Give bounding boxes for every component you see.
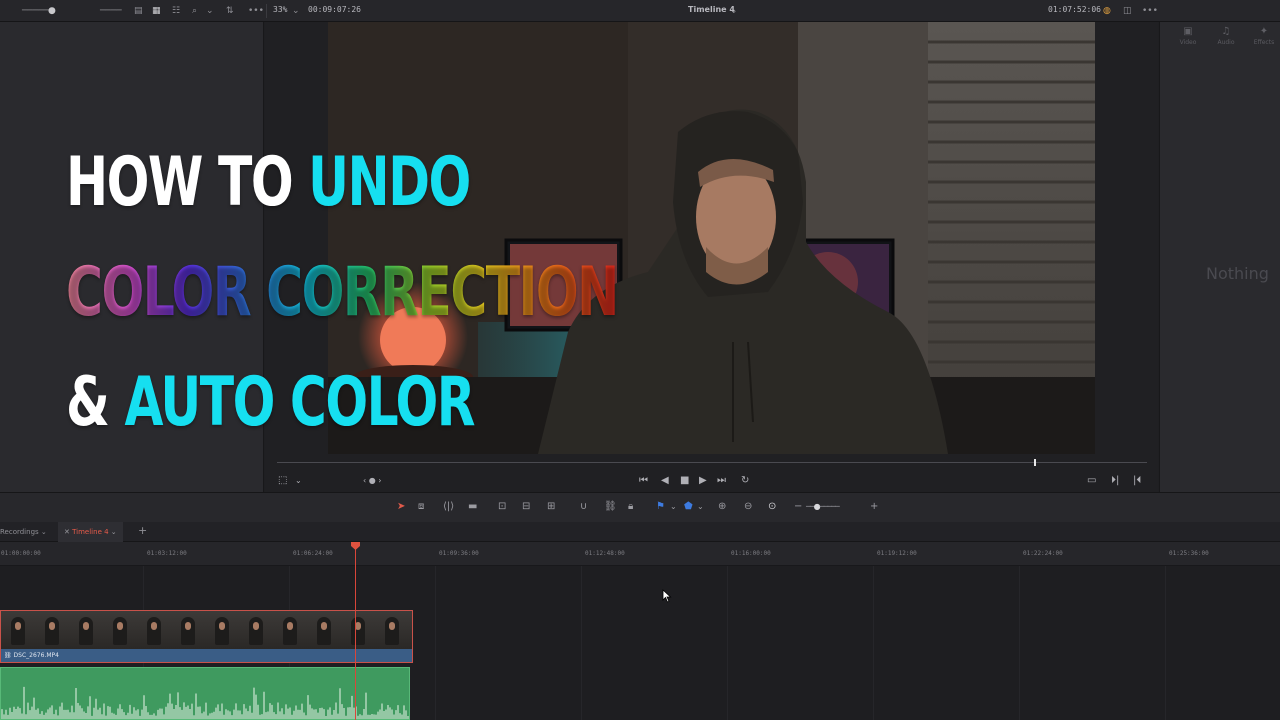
music-note-icon: ♫: [1221, 26, 1231, 37]
ruler-timecode: 01:25:36:00: [1169, 550, 1209, 557]
clip-name: ⛓ DSC_2676.MP4: [4, 652, 59, 659]
divider: [266, 4, 267, 18]
inspector-tab-audio[interactable]: ♫ Audio: [1208, 26, 1244, 46]
gridline: [581, 566, 582, 720]
overwrite-clip-icon[interactable]: ⊟: [522, 501, 530, 513]
next-edit-icon[interactable]: ⏵|: [1111, 475, 1119, 487]
title-line-1: HOW TO UNDO: [66, 143, 471, 222]
grid-view-icon[interactable]: ▦: [152, 5, 161, 17]
timeline-toolbar: ➤ ⧈ ⟨|⟩ ▬ ⊡ ⊟ ⊞ ∪ ⛓ 🔒︎ ⚑ ⌄ ⬟ ⌄ ⊕ ⊖ ⊙ − ─…: [0, 492, 1280, 522]
zoom-in-icon[interactable]: +: [870, 501, 878, 513]
timeline-playhead[interactable]: [355, 542, 356, 720]
chevron-down-icon[interactable]: ⌄: [206, 5, 214, 17]
top-toolbar: ────── ● ──── ▤ ▦ ☷ ⌕ ⌄ ⇅ ••• 33% ⌄ 00:0…: [0, 0, 1280, 22]
stop-icon[interactable]: ■: [680, 475, 689, 487]
blade-tool-icon[interactable]: ▬: [468, 501, 477, 513]
inspector-tab-video[interactable]: ▣ Video: [1170, 26, 1206, 46]
insert-clip-icon[interactable]: ⊡: [498, 501, 506, 513]
go-to-first-frame-icon[interactable]: ⏮: [639, 475, 648, 487]
dynamic-trim-icon[interactable]: ⟨|⟩: [443, 501, 454, 513]
chevron-down-icon[interactable]: ⌄: [295, 475, 302, 487]
timeline-tabs: Recordings ⌄ ✕ Timeline 4 ⌄ +: [0, 522, 1280, 542]
dual-viewer-icon[interactable]: ◫: [1123, 5, 1132, 17]
mouse-cursor-icon: [662, 589, 672, 603]
replace-clip-icon[interactable]: ⊞: [547, 501, 555, 513]
clip-thumbnails: [1, 611, 412, 649]
viewer-scrubber[interactable]: [277, 462, 1147, 463]
video-clip[interactable]: ⛓ DSC_2676.MP4: [0, 610, 413, 663]
zoom-out-icon[interactable]: −: [794, 501, 802, 513]
ruler-timecode: 01:12:48:00: [585, 550, 625, 557]
title-line-3: & AUTO COLOR: [66, 363, 476, 442]
sort-icon[interactable]: ⇅: [226, 5, 234, 17]
color-wheel-icon[interactable]: ◍: [1103, 5, 1111, 17]
link-icon: ⛓: [4, 652, 12, 659]
tab-recordings[interactable]: Recordings ⌄: [0, 522, 53, 542]
film-icon: ▣: [1183, 26, 1193, 37]
slider-track[interactable]: ────: [100, 5, 122, 17]
more-options-icon[interactable]: •••: [248, 5, 264, 17]
source-timecode: 00:09:07:26: [308, 5, 361, 14]
chevron-down-icon: ⌄: [110, 528, 117, 536]
gridline: [1165, 566, 1166, 720]
title-overlay: HOW TO UNDO COLOR CORRECTION & AUTO COLO…: [66, 128, 626, 458]
close-icon[interactable]: ✕: [64, 528, 70, 536]
link-icon[interactable]: ⛓: [604, 501, 617, 513]
more-options-icon[interactable]: •••: [1142, 5, 1158, 17]
ruler-timecode: 01:22:24:00: [1023, 550, 1063, 557]
list-view-icon[interactable]: ▤: [134, 5, 143, 17]
zoom-slider[interactable]: ──●─────: [806, 501, 840, 513]
lock-icon[interactable]: 🔒︎: [628, 501, 633, 513]
chevron-down-icon[interactable]: ⌄: [730, 5, 738, 17]
audio-clip[interactable]: [0, 667, 410, 720]
zoom-custom-icon[interactable]: ⊙: [768, 501, 776, 513]
metadata-view-icon[interactable]: ☷: [172, 5, 180, 17]
viewer-zoom-level[interactable]: 33%: [273, 5, 287, 14]
viewer-playhead[interactable]: [1033, 459, 1036, 466]
safe-area-icon[interactable]: ⬚: [278, 475, 287, 487]
timeline-tracks[interactable]: ⛓ DSC_2676.MP4: [0, 566, 1280, 720]
jog-control-icon[interactable]: ‹ ● ›: [363, 475, 381, 487]
match-frame-icon[interactable]: ▭: [1087, 475, 1096, 487]
chevron-down-icon[interactable]: ⌄: [670, 501, 677, 513]
chevron-down-icon: ⌄: [40, 528, 47, 536]
previous-edit-icon[interactable]: |⏴: [1133, 475, 1141, 487]
flag-icon[interactable]: ⚑: [656, 501, 665, 513]
play-icon[interactable]: ▶: [699, 475, 707, 487]
tab-timeline-4[interactable]: ✕ Timeline 4 ⌄: [58, 522, 123, 542]
snapping-icon[interactable]: ∪: [580, 501, 587, 513]
gridline: [727, 566, 728, 720]
ruler-timecode: 01:19:12:00: [877, 550, 917, 557]
ruler-timecode: 01:16:00:00: [731, 550, 771, 557]
marker-icon[interactable]: ⬟: [684, 501, 693, 513]
gridline: [1019, 566, 1020, 720]
selection-tool-icon[interactable]: ➤: [397, 501, 405, 513]
zoom-detail-icon[interactable]: ⊖: [744, 501, 752, 513]
chevron-down-icon[interactable]: ⌄: [292, 5, 300, 17]
zoom-slider-handle[interactable]: ●: [48, 5, 56, 17]
gridline: [435, 566, 436, 720]
loop-icon[interactable]: ↻: [741, 475, 749, 487]
trim-tool-icon[interactable]: ⧈: [418, 501, 424, 513]
ruler-timecode: 01:03:12:00: [147, 550, 187, 557]
ruler-timecode: 01:06:24:00: [293, 550, 333, 557]
inspector-panel: ▣ Video ♫ Audio ✦ Effects Nothing: [1159, 22, 1280, 492]
inspector-empty-message: Nothing: [1206, 264, 1269, 283]
search-icon[interactable]: ⌕: [192, 5, 197, 17]
zoom-full-icon[interactable]: ⊕: [718, 501, 726, 513]
inspector-tab-effects[interactable]: ✦ Effects: [1246, 26, 1280, 46]
play-reverse-icon[interactable]: ◀: [661, 475, 669, 487]
ruler-timecode: 01:00:00:00: [1, 550, 41, 557]
title-line-2: COLOR CORRECTION: [66, 253, 619, 332]
add-timeline-tab-icon[interactable]: +: [132, 522, 153, 542]
chevron-down-icon[interactable]: ⌄: [697, 501, 704, 513]
timeline-name[interactable]: Timeline 4: [688, 5, 735, 14]
record-timecode: 01:07:52:06: [1048, 5, 1101, 14]
timeline-ruler[interactable]: 01:00:00:00 01:03:12:00 01:06:24:00 01:0…: [0, 542, 1280, 566]
audio-waveform: [1, 686, 409, 719]
gridline: [873, 566, 874, 720]
ruler-timecode: 01:09:36:00: [439, 550, 479, 557]
go-to-last-frame-icon[interactable]: ⏭: [717, 475, 726, 487]
magic-wand-icon: ✦: [1259, 26, 1269, 37]
